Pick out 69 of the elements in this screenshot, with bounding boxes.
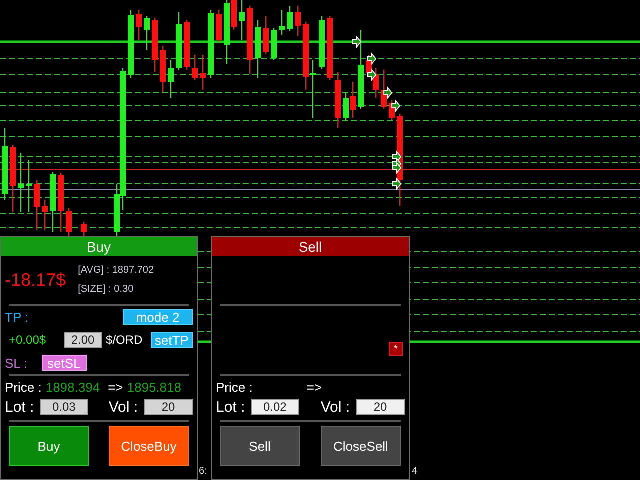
volume-label: Vol : — [108, 398, 138, 416]
candle — [184, 20, 190, 70]
time-axis-label: 6: — [199, 466, 208, 477]
candle — [168, 60, 174, 98]
lot-label: Lot : — [216, 398, 246, 416]
candle — [81, 222, 87, 236]
candle — [271, 28, 277, 60]
candle — [319, 16, 325, 70]
lot-label: Lot : — [5, 398, 34, 416]
candle — [200, 54, 206, 90]
arrow-text: => — [306, 380, 322, 394]
price-label: Price : — [5, 380, 42, 394]
open-order-button[interactable]: Sell — [220, 426, 300, 466]
lot-field[interactable]: 0.02 — [251, 399, 300, 415]
price-value: 1898.394 — [46, 380, 100, 394]
time-axis-label: 4 — [412, 466, 418, 477]
stop-loss-label: SL : — [5, 356, 28, 370]
unit-label: $/ORD — [106, 333, 143, 347]
arrow-marker-icon — [392, 100, 401, 112]
candle — [66, 208, 72, 236]
arrow-text: => — [108, 380, 124, 394]
candle — [58, 172, 64, 232]
candle — [327, 16, 333, 80]
candle — [136, 10, 142, 40]
candle — [279, 10, 285, 36]
candle — [192, 54, 198, 80]
open-order-button[interactable]: Buy — [9, 426, 89, 466]
arrow-marker-icon — [392, 162, 402, 174]
candle — [144, 16, 150, 50]
candle — [287, 6, 293, 32]
arrow-marker-icon — [392, 178, 402, 190]
position-size-text: [SIZE] : 0.30 — [78, 284, 135, 295]
volume-label: Vol : — [320, 398, 350, 416]
candle — [26, 160, 32, 212]
candle — [335, 72, 341, 128]
profit-value: -18.17$ — [5, 270, 66, 290]
candle — [208, 10, 214, 78]
candle — [128, 10, 134, 78]
star-button[interactable]: * — [389, 342, 403, 356]
arrow-marker-icon — [352, 36, 362, 48]
candle — [18, 152, 24, 212]
candle — [216, 10, 222, 42]
candle — [263, 16, 269, 54]
target-price-value: 1895.818 — [127, 380, 182, 394]
panel-title: Sell — [212, 237, 409, 256]
take-profit-label: TP : — [5, 310, 29, 324]
candle — [50, 172, 56, 232]
candle — [152, 18, 158, 72]
candle — [247, 6, 253, 74]
candle — [34, 180, 40, 230]
volume-field[interactable]: 20 — [144, 399, 193, 415]
volume-field[interactable]: 20 — [356, 399, 405, 415]
average-price-text: [AVG] : 1897.702 — [78, 265, 154, 276]
arrow-marker-icon — [368, 52, 377, 66]
amount-field[interactable]: 2.00 — [64, 332, 102, 348]
candle — [255, 20, 261, 78]
candle — [295, 6, 301, 36]
panel-title: Buy — [1, 237, 197, 256]
arrow-marker-icon — [384, 86, 393, 100]
price-label: Price : — [216, 380, 253, 394]
close-button[interactable]: CloseSell — [321, 426, 401, 466]
candle — [160, 46, 166, 92]
lot-field[interactable]: 0.03 — [40, 399, 88, 415]
candle — [10, 144, 16, 212]
candle — [42, 200, 48, 230]
take-profit-value: +0.00$ — [9, 333, 46, 347]
arrow-marker-icon — [368, 68, 377, 82]
candle — [239, 0, 245, 40]
candle — [176, 12, 182, 70]
